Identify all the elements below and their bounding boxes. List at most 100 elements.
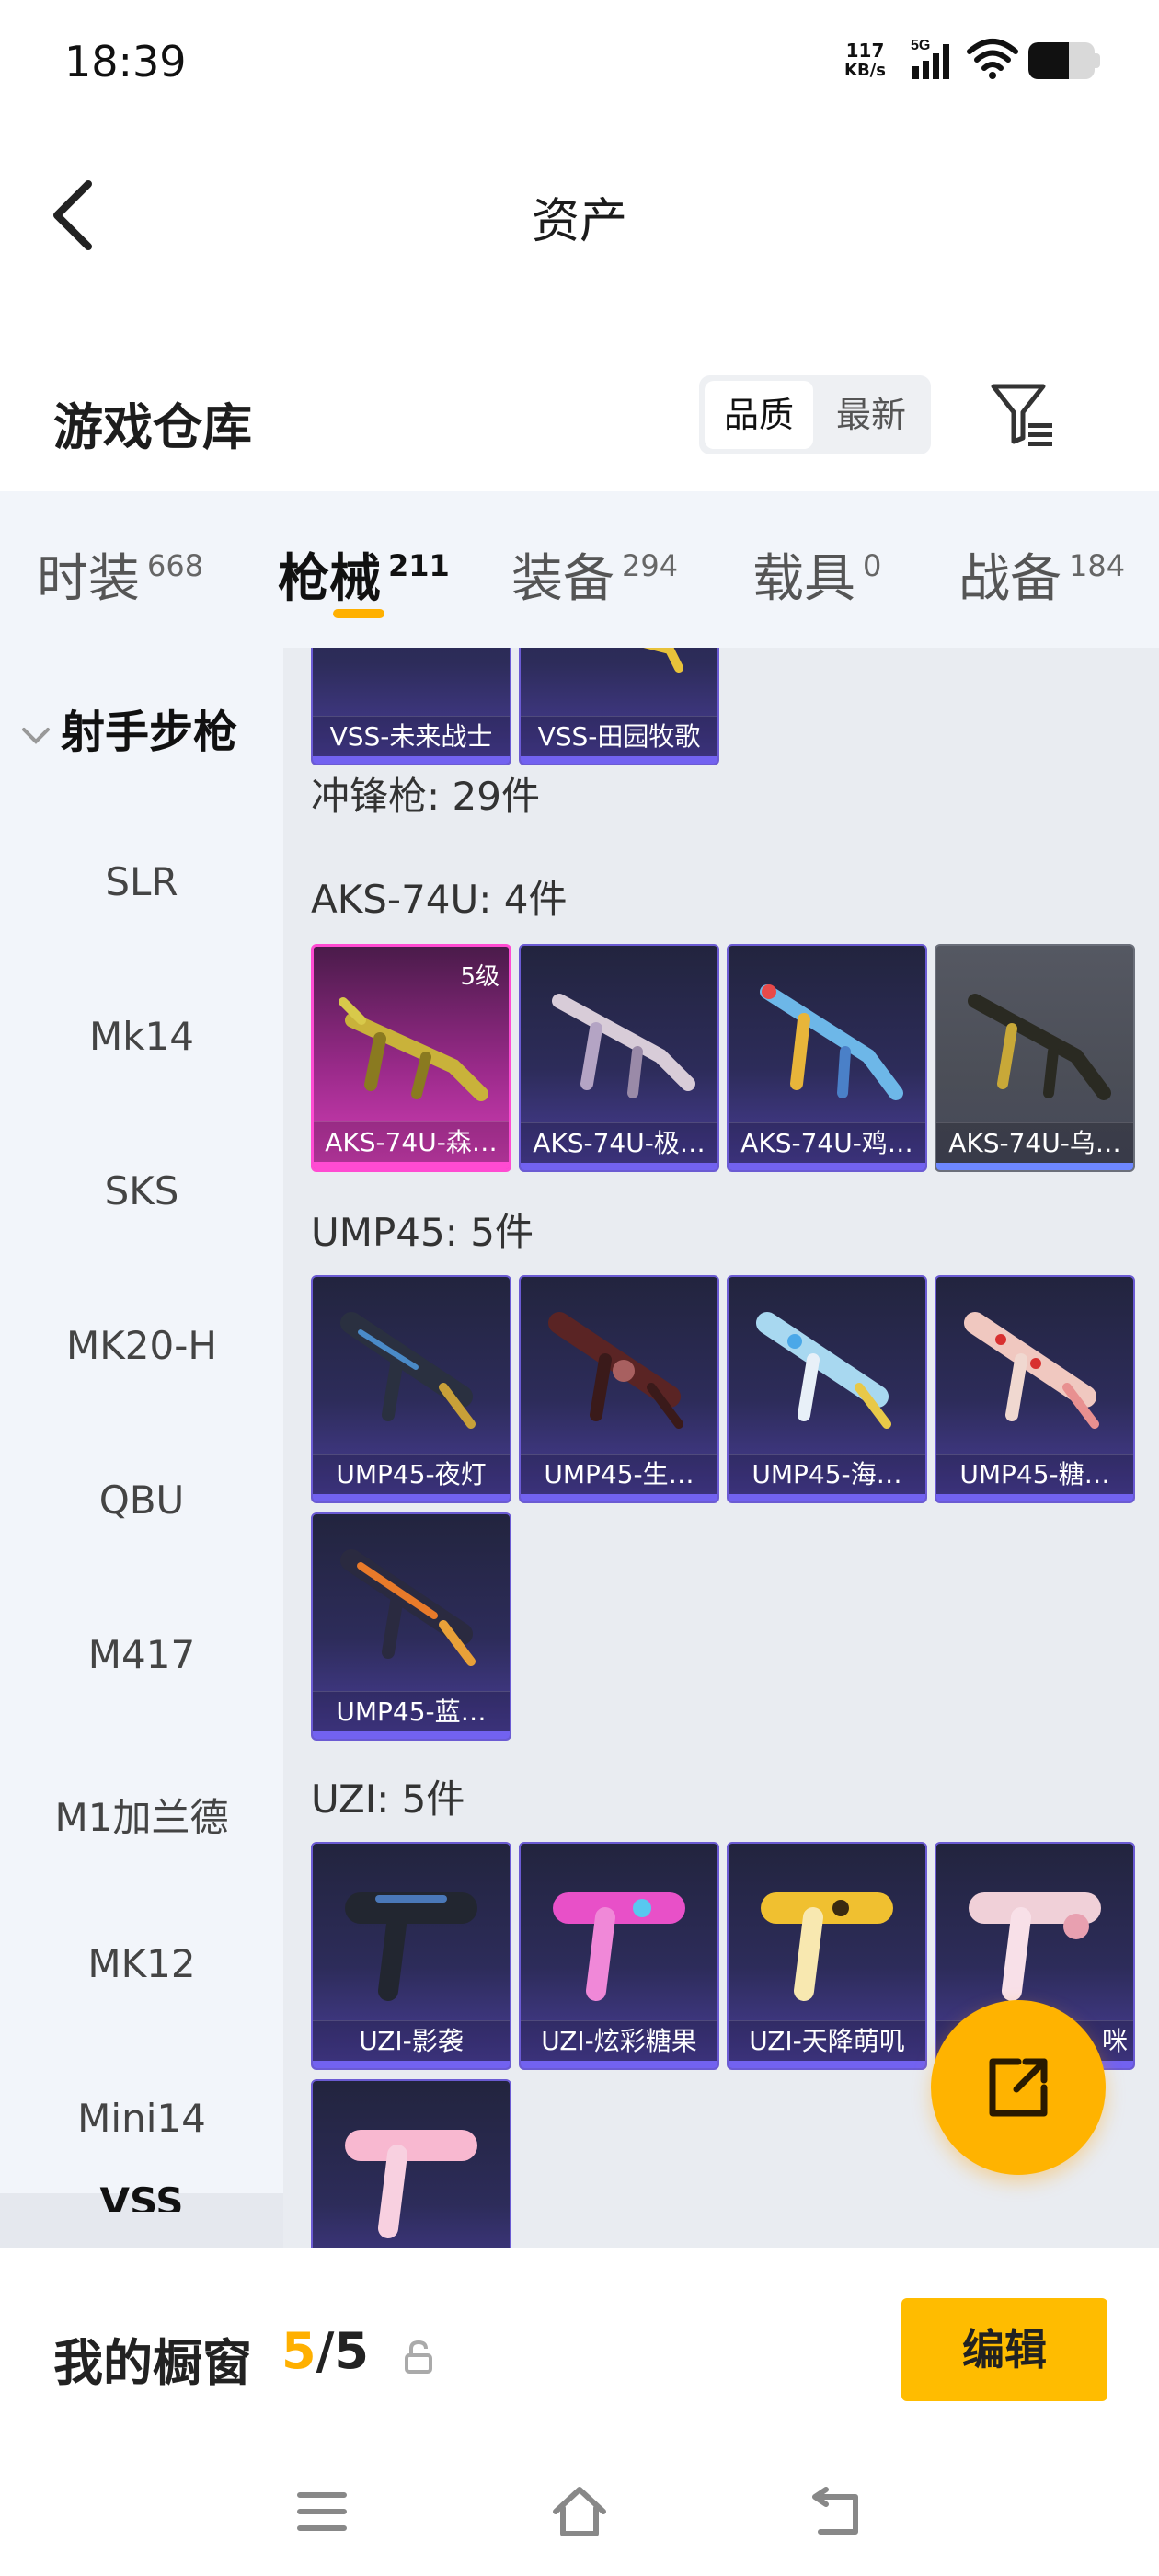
rarity-bar — [313, 756, 510, 764]
weapon-card[interactable]: VSS-未来战士 — [311, 648, 511, 765]
sort-latest-button[interactable]: 最新 — [817, 381, 925, 449]
showcase-bar: 我的橱窗 5/5 编辑 — [0, 2260, 1159, 2444]
sidebar-item-m417[interactable]: M417 — [0, 1632, 283, 1677]
weapon-card[interactable]: UMP45-海… — [727, 1275, 927, 1503]
weapon-card[interactable]: UMP45-糖… — [935, 1275, 1135, 1503]
gun-image — [756, 1312, 891, 1429]
weapon-card-label: AKS-74U-极… — [521, 1122, 717, 1163]
page-title: 资产 — [531, 194, 627, 249]
sidebar-item-mk12[interactable]: MK12 — [0, 1941, 283, 1986]
sidebar-item-mk14[interactable]: Mk14 — [0, 1014, 283, 1059]
tab-count: 0 — [863, 548, 882, 583]
tab-count: 668 — [147, 548, 204, 583]
sidebar-item-vss[interactable]: VSS — [0, 2175, 283, 2212]
weapon-card[interactable]: UZI-炫彩糖果 — [519, 1842, 719, 2070]
weapon-card-label: AKS-74U-森… — [314, 1121, 509, 1162]
weapon-card[interactable]: UMP45-生… — [519, 1275, 719, 1503]
gun-image — [345, 2130, 477, 2238]
weapon-card[interactable]: AKS-74U-乌… — [935, 944, 1135, 1172]
showcase-current: 5 — [281, 2322, 316, 2380]
rarity-bar — [936, 1163, 1133, 1170]
gun-image — [643, 648, 683, 673]
tab-equipment[interactable]: 装备 294 — [511, 537, 678, 612]
rarity-bar — [314, 1162, 509, 1169]
tab-count: 211 — [388, 548, 450, 583]
weapon-card-label: UMP45-海… — [729, 1454, 925, 1494]
lock-icon — [405, 2340, 432, 2374]
tab-vehicles[interactable]: 载具 0 — [752, 537, 881, 612]
tab-guns[interactable]: 枪械 211 — [278, 537, 450, 612]
menu-icon[interactable] — [293, 2482, 351, 2541]
warehouse-header: 游戏仓库 品质 最新 — [0, 350, 1159, 488]
share-icon — [989, 2058, 1048, 2117]
back-icon[interactable] — [808, 2482, 866, 2541]
weapon-card-label: UMP45-生… — [521, 1454, 717, 1494]
showcase-total: 5 — [334, 2322, 369, 2380]
sidebar-item-slr[interactable]: SLR — [0, 859, 283, 904]
rarity-bar — [729, 2061, 925, 2068]
net-speed: 117 KB/s — [844, 40, 886, 81]
rarity-bar — [313, 2061, 510, 2068]
weapon-card[interactable]: UMP45-蓝… — [311, 1512, 511, 1741]
sidebar-item-mini14[interactable]: Mini14 — [0, 2096, 283, 2141]
sidebar-group-marksman[interactable]: 射手步枪 — [20, 696, 237, 760]
sidebar-item-qbu[interactable]: QBU — [0, 1478, 283, 1523]
weapon-card-label: VSS-未来战士 — [313, 716, 510, 756]
rarity-bar — [521, 756, 717, 764]
rarity-bar — [729, 1163, 925, 1170]
tab-fashion[interactable]: 时装 668 — [37, 537, 203, 612]
active-tab-indicator — [333, 609, 384, 618]
weapon-type-sidebar: 射手步枪 SLR Mk14 SKS MK20-H QBU M417 M1加兰德 … — [0, 648, 283, 2193]
tab-label: 枪械 — [278, 549, 381, 609]
weapon-card-label: UMP45-夜灯 — [313, 1454, 510, 1494]
weapon-card[interactable]: UMP45-夜灯 — [311, 1275, 511, 1503]
gun-image — [340, 1312, 476, 1429]
weapon-card-label: UZI-影袭 — [313, 2020, 510, 2061]
weapon-card[interactable]: VSS-田园牧歌 — [519, 648, 719, 765]
weapon-card[interactable] — [311, 2079, 511, 2248]
weapon-card-label: AKS-74U-鸡… — [729, 1122, 925, 1163]
sort-quality-button[interactable]: 品质 — [705, 381, 813, 449]
wifi-icon — [967, 39, 1018, 79]
battery-tip — [1095, 53, 1100, 68]
weapon-card[interactable]: AKS-74U-极… — [519, 944, 719, 1172]
sidebar-item-mk20h[interactable]: MK20-H — [0, 1323, 283, 1368]
tab-combat-gear[interactable]: 战备 184 — [958, 537, 1125, 612]
signal-icon: 5G — [911, 38, 949, 79]
weapon-card-label: UMP45-蓝… — [313, 1691, 510, 1731]
net-speed-value: 117 — [845, 40, 885, 62]
weapon-card[interactable]: 5级 AKS-74U-森… — [311, 944, 511, 1172]
status-time: 18:39 — [64, 37, 187, 86]
filter-icon[interactable] — [986, 377, 1060, 451]
edit-button[interactable]: 编辑 — [901, 2298, 1107, 2401]
system-nav-bar — [0, 2444, 1159, 2576]
showcase-separator: / — [316, 2322, 335, 2380]
rarity-bar — [936, 1494, 1133, 1501]
weapon-card[interactable]: UZI-影袭 — [311, 1842, 511, 2070]
showcase-label: 我的橱窗 — [53, 2334, 252, 2392]
weapon-card[interactable]: UZI-天降萌叽 — [727, 1842, 927, 2070]
weapon-card[interactable]: AKS-74U-鸡… — [727, 944, 927, 1172]
gun-image — [968, 994, 1111, 1100]
gun-image — [345, 1892, 477, 2001]
weapon-card-label: UZI-炫彩糖果 — [521, 2020, 717, 2061]
rarity-bar — [521, 1163, 717, 1170]
tab-count: 184 — [1069, 548, 1126, 583]
section-title: UMP45: 5件 — [311, 1210, 534, 1255]
gun-image — [553, 1892, 685, 2001]
rarity-bar — [313, 1494, 510, 1501]
status-bar: 18:39 117 KB/s 5G — [0, 0, 1159, 129]
section-title: UZI: 5件 — [311, 1777, 465, 1822]
weapon-card-label: AKS-74U-乌… — [936, 1122, 1133, 1163]
rarity-bar — [313, 1731, 510, 1739]
battery-icon — [1028, 42, 1095, 79]
share-button[interactable] — [931, 2000, 1106, 2175]
sidebar-item-sks[interactable]: SKS — [0, 1168, 283, 1213]
home-icon[interactable] — [550, 2482, 609, 2541]
chevron-down-icon — [22, 728, 50, 744]
rarity-bar — [729, 1494, 925, 1501]
sidebar-item-m1-garand[interactable]: M1加兰德 — [0, 1787, 283, 1843]
warehouse-title: 游戏仓库 — [53, 398, 252, 456]
gun-image — [552, 994, 695, 1098]
gun-image — [760, 984, 903, 1100]
